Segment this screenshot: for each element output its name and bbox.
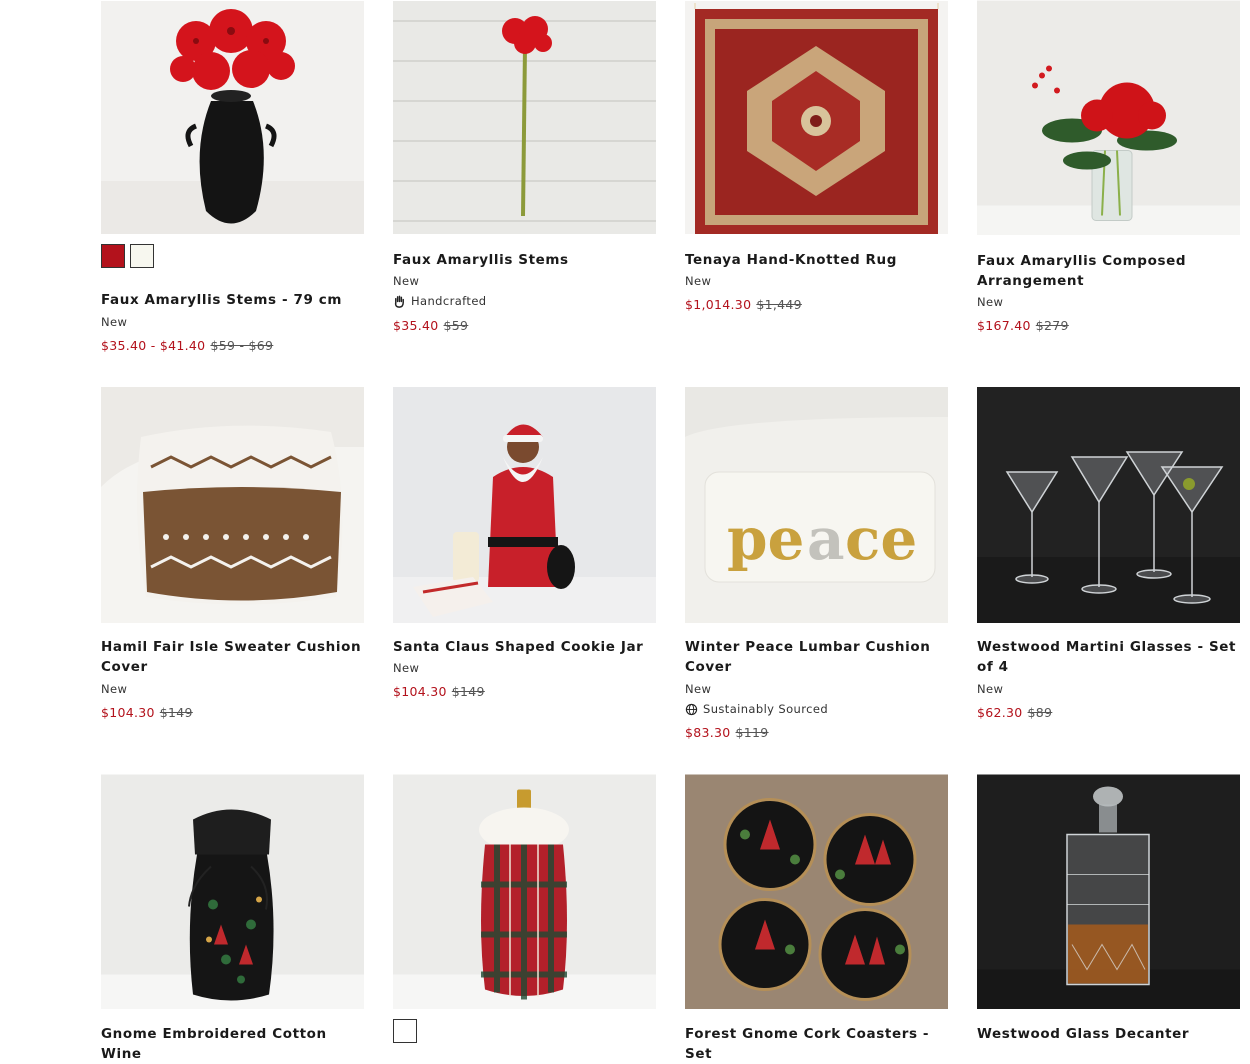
original-price: $1,449 <box>756 297 802 312</box>
product-image[interactable] <box>393 774 656 1009</box>
sale-price: $104.30 <box>101 705 155 720</box>
plaid-wine-bag-image <box>393 774 656 1009</box>
hand-icon <box>394 295 404 308</box>
swatch-white[interactable] <box>130 244 154 268</box>
new-tag: New <box>977 295 1004 309</box>
svg-text:ce: ce <box>845 505 917 573</box>
sale-price: $167.40 <box>977 318 1031 333</box>
sweater-cushion-image <box>101 387 364 623</box>
sale-price: $104.30 <box>393 684 447 699</box>
gnome-coasters-image <box>685 774 948 1009</box>
product-image[interactable] <box>685 774 948 1009</box>
product-title[interactable]: Santa Claus Shaped Cookie Jar <box>393 637 661 657</box>
price: $35.40 - $41.40 $59 - $69 <box>101 338 273 354</box>
product-title[interactable]: Faux Amaryllis Composed Arrangement <box>977 251 1245 291</box>
price: $167.40 $279 <box>977 318 1069 334</box>
amaryllis-vase-image <box>101 1 364 234</box>
new-tag: New <box>685 274 712 288</box>
product-title[interactable]: Westwood Glass Decanter <box>977 1024 1245 1044</box>
product-title[interactable]: Tenaya Hand-Knotted Rug <box>685 250 953 270</box>
product-image[interactable]: pe a ce <box>685 387 948 623</box>
svg-text:a: a <box>807 505 845 573</box>
martini-glasses-image <box>977 387 1240 623</box>
product-image[interactable] <box>977 0 1240 235</box>
new-tag: New <box>101 315 128 329</box>
original-price: $89 <box>1027 705 1053 720</box>
gnome-wine-bag-image <box>101 774 364 1009</box>
swatch-red[interactable] <box>101 244 125 268</box>
sale-price: $35.40 - $41.40 <box>101 338 206 353</box>
rug-image <box>685 1 948 234</box>
new-tag: New <box>977 682 1004 696</box>
product-title[interactable]: Gnome Embroidered Cotton Wine <box>101 1024 369 1064</box>
amaryllis-arrangement-image <box>977 0 1240 235</box>
amaryllis-stem-image <box>393 1 656 234</box>
price: $62.30 $89 <box>977 705 1052 721</box>
product-image[interactable] <box>393 0 656 234</box>
badge-handcrafted: Handcrafted <box>393 293 487 309</box>
peace-cushion-image: pe a ce <box>685 387 948 623</box>
swatch-white[interactable] <box>393 1019 417 1043</box>
price: $104.30 $149 <box>101 705 193 721</box>
sale-price: $62.30 <box>977 705 1023 720</box>
product-image[interactable] <box>977 774 1240 1009</box>
color-swatches <box>101 244 154 268</box>
product-title[interactable]: Westwood Martini Glasses - Set of 4 <box>977 637 1245 677</box>
product-image[interactable] <box>977 387 1240 623</box>
original-price: $149 <box>451 684 485 699</box>
svg-text:pe: pe <box>727 505 804 573</box>
color-swatches <box>393 1019 417 1043</box>
original-price: $59 <box>443 318 469 333</box>
sale-price: $83.30 <box>685 725 731 740</box>
original-price: $279 <box>1035 318 1069 333</box>
globe-icon <box>685 703 698 715</box>
sale-price: $35.40 <box>393 318 439 333</box>
new-tag: New <box>393 274 420 288</box>
product-image[interactable] <box>101 387 364 623</box>
original-price: $59 - $69 <box>210 338 274 353</box>
product-title[interactable]: Winter Peace Lumbar Cushion Cover <box>685 637 953 677</box>
product-title[interactable]: Hamil Fair Isle Sweater Cushion Cover <box>101 637 369 677</box>
price: $35.40 $59 <box>393 318 468 334</box>
badge-sustainably-sourced: Sustainably Sourced <box>685 701 828 717</box>
new-tag: New <box>101 682 128 696</box>
badge-label: Sustainably Sourced <box>703 702 829 716</box>
price: $104.30 $149 <box>393 684 485 700</box>
original-price: $149 <box>159 705 193 720</box>
product-title[interactable]: Forest Gnome Cork Coasters - Set <box>685 1024 953 1064</box>
price: $1,014.30 $1,449 <box>685 297 802 313</box>
sale-price: $1,014.30 <box>685 297 752 312</box>
price: $83.30 $119 <box>685 725 769 741</box>
product-title[interactable]: Faux Amaryllis Stems <box>393 250 661 270</box>
santa-cookie-jar-image <box>393 387 656 623</box>
new-tag: New <box>393 661 420 675</box>
product-title[interactable]: Faux Amaryllis Stems - 79 cm <box>101 290 369 310</box>
new-tag: New <box>685 682 712 696</box>
product-image[interactable] <box>393 387 656 623</box>
badge-label: Handcrafted <box>411 294 487 308</box>
original-price: $119 <box>735 725 769 740</box>
product-image[interactable] <box>685 0 948 234</box>
glass-decanter-image <box>977 774 1240 1009</box>
product-image[interactable] <box>101 774 364 1009</box>
product-image[interactable] <box>101 0 364 234</box>
